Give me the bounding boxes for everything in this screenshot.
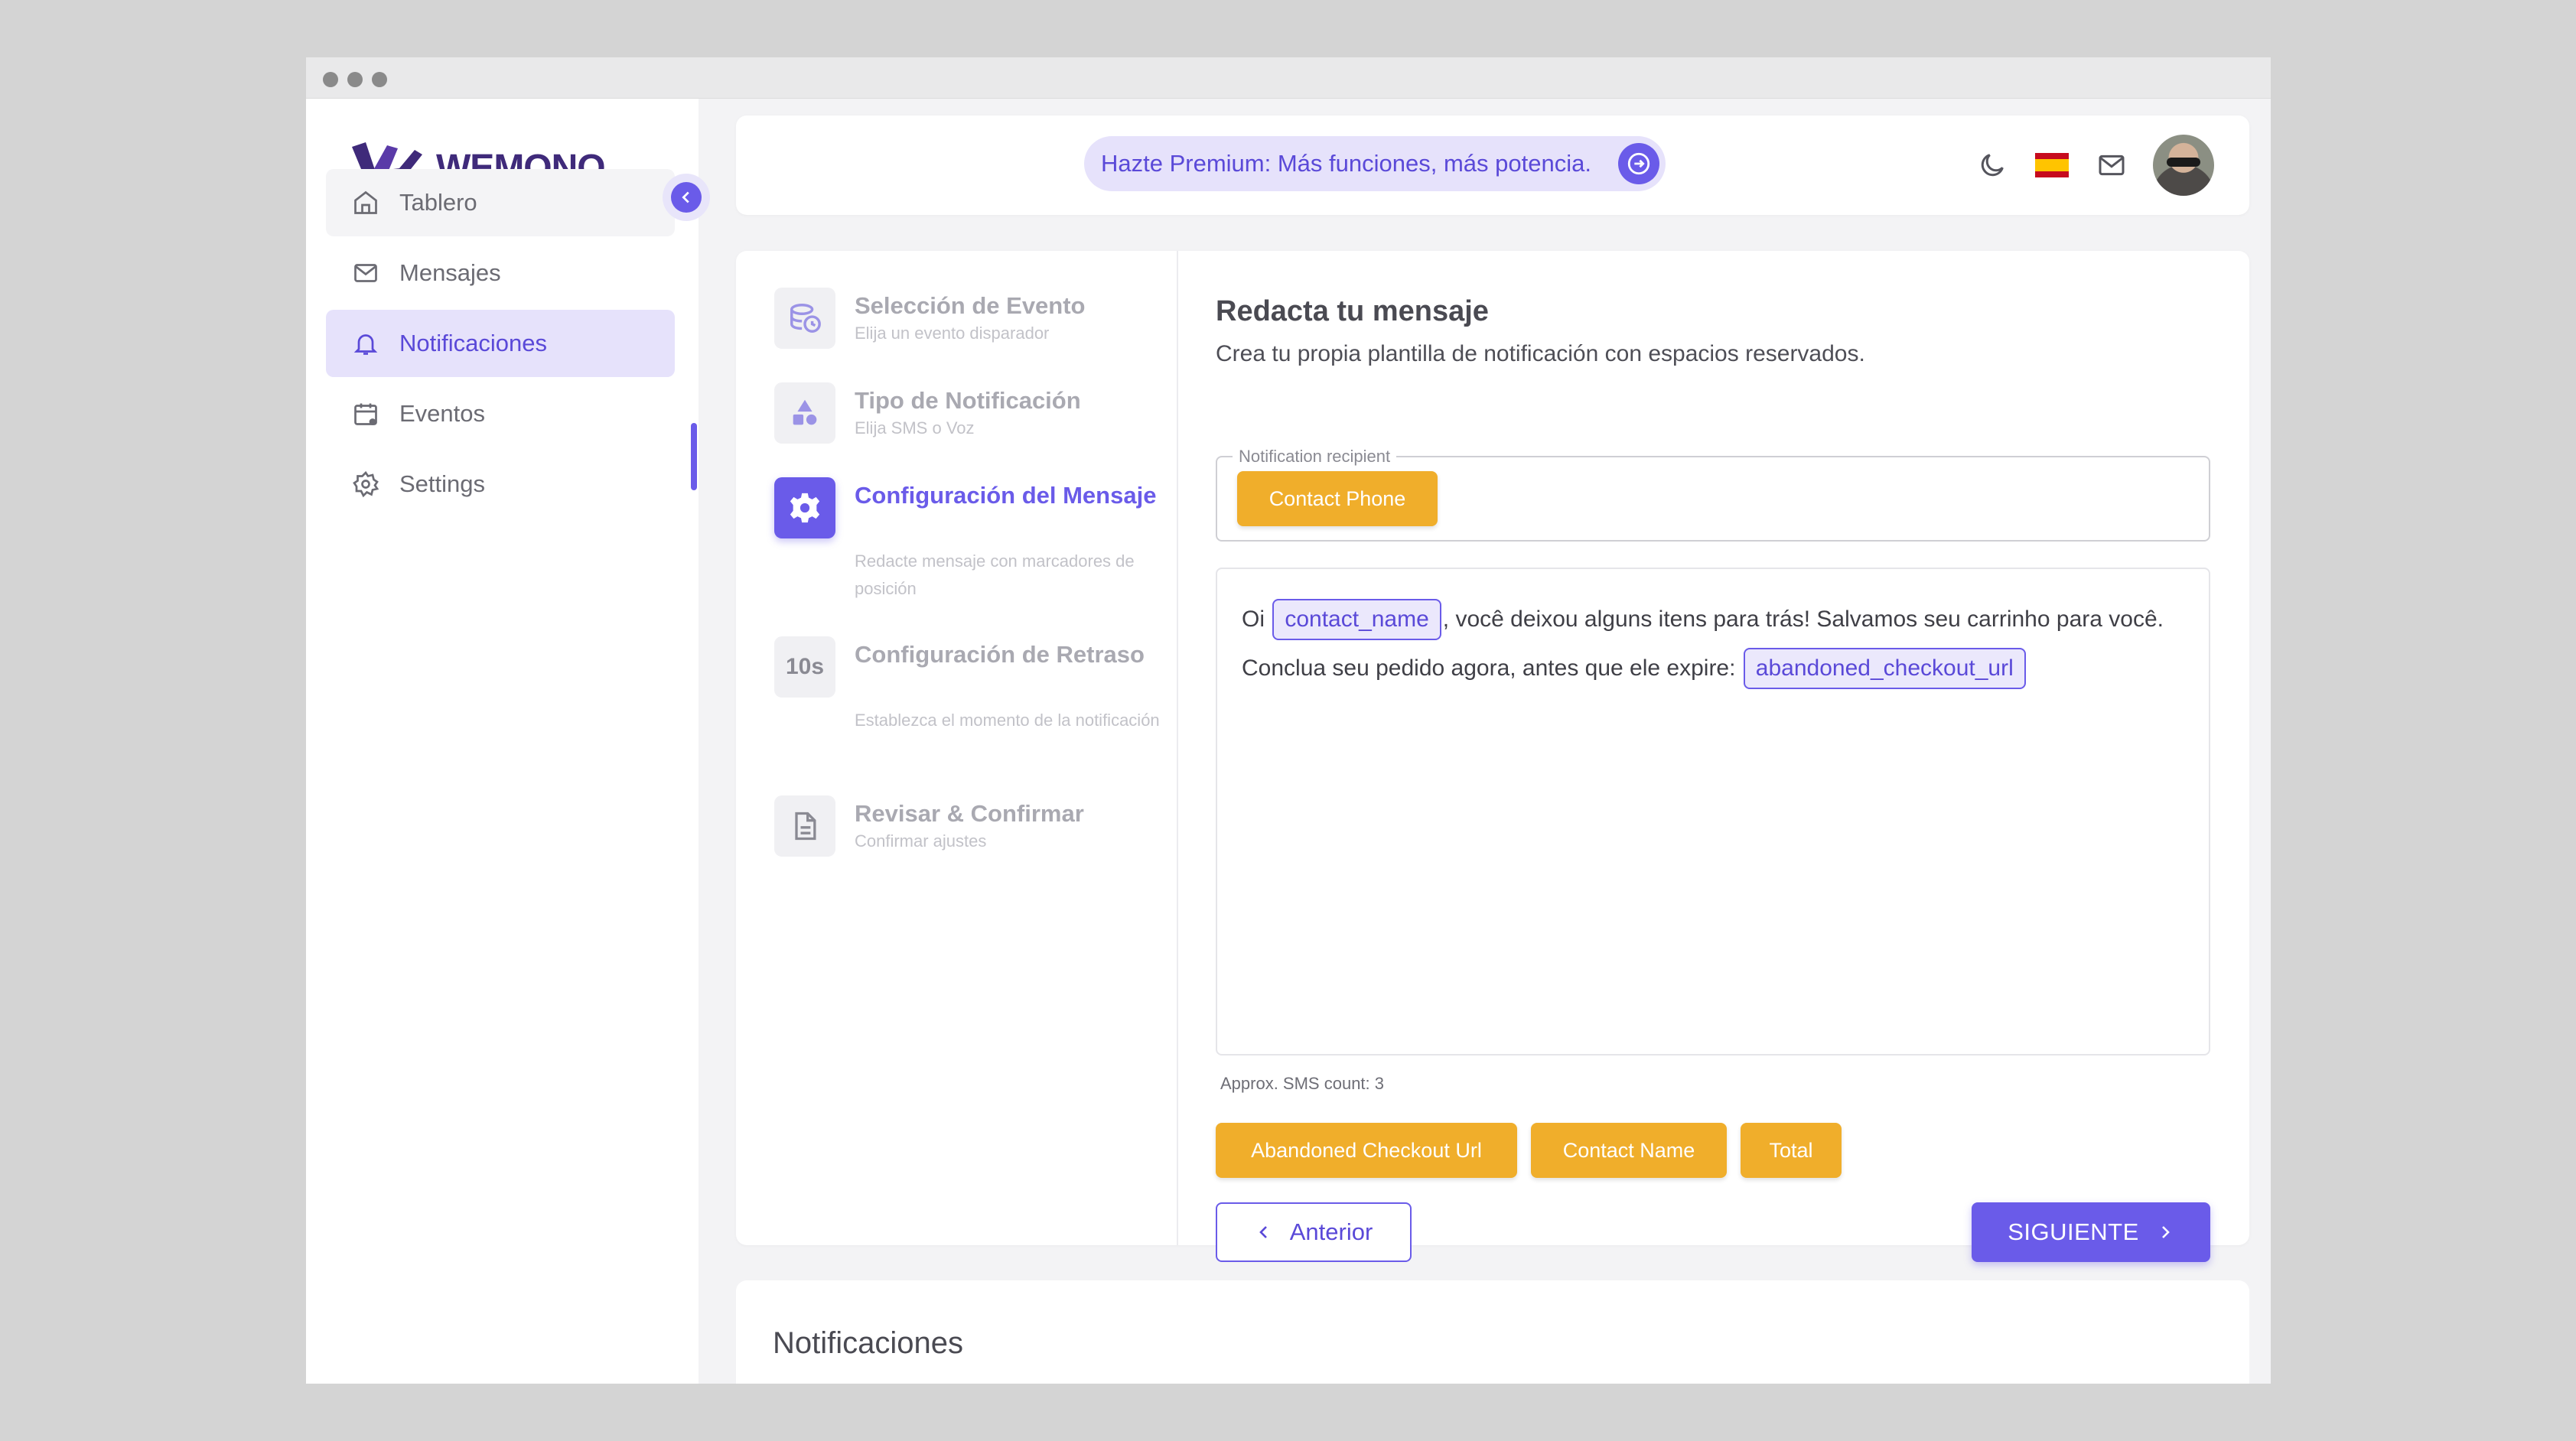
sidebar-item-settings[interactable]: Settings — [326, 451, 675, 518]
gear-icon — [774, 477, 835, 538]
browser-window: WEMONO Tablero Mensajes Notificaciones E… — [306, 57, 2271, 1384]
window-dot-icon — [347, 72, 363, 87]
chevron-right-icon — [2161, 1226, 2170, 1238]
notifications-section: Notificaciones — [736, 1280, 2249, 1384]
recipient-label: Notification recipient — [1233, 447, 1397, 467]
premium-text: Hazte Premium: Más funciones, más potenc… — [1101, 150, 1591, 177]
message-editor[interactable]: Oi contact_name, você deixou alguns iten… — [1216, 568, 2210, 1056]
gear-icon — [350, 469, 381, 499]
insert-abandoned-checkout-url-button[interactable]: Abandoned Checkout Url — [1216, 1123, 1517, 1178]
section-title: Notificaciones — [773, 1326, 964, 1360]
step-subtitle: Establezca el momento de la notificación — [855, 711, 1160, 730]
step-title: Tipo de Notificación — [855, 387, 1081, 414]
bell-icon — [350, 328, 381, 359]
window-titlebar — [306, 57, 2271, 99]
shapes-icon — [774, 382, 835, 444]
active-indicator — [691, 423, 697, 490]
step-subtitle: Elija SMS o Voz — [855, 418, 975, 438]
step-subtitle: Elija un evento disparador — [855, 324, 1050, 343]
arrow-right-circle-icon[interactable] — [1618, 143, 1659, 184]
sms-count: Approx. SMS count: 3 — [1220, 1074, 1384, 1093]
insert-contact-name-button[interactable]: Contact Name — [1531, 1123, 1727, 1178]
page-subtitle: Crea tu propia plantilla de notificación… — [1216, 341, 1865, 366]
sidebar-item-eventos[interactable]: Eventos — [326, 380, 675, 447]
calendar-icon — [350, 398, 381, 429]
step-title: Configuración del Mensaje — [855, 482, 1157, 509]
sidebar-item-label: Mensajes — [399, 259, 501, 286]
chevron-left-icon — [682, 191, 689, 203]
step-title: Configuración de Retraso — [855, 641, 1145, 668]
sidebar-item-mensajes[interactable]: Mensajes — [326, 239, 675, 307]
previous-button[interactable]: Anterior — [1216, 1202, 1412, 1262]
sidebar-item-notificaciones[interactable]: Notificaciones — [326, 310, 675, 377]
sidebar-item-label: Eventos — [399, 400, 486, 427]
next-button[interactable]: SIGUIENTE — [1972, 1202, 2210, 1262]
recipient-field[interactable]: Notification recipient Contact Phone — [1216, 447, 2210, 542]
mail-icon[interactable] — [2093, 147, 2130, 184]
chevron-left-icon — [1259, 1226, 1267, 1238]
avatar[interactable] — [2153, 135, 2214, 196]
wizard-card: Selección de Evento Elija un evento disp… — [736, 251, 2249, 1262]
document-icon — [774, 795, 835, 857]
window-dot-icon — [323, 72, 338, 87]
placeholder-token[interactable]: contact_name — [1272, 599, 1441, 640]
spain-flag-icon[interactable] — [2034, 147, 2070, 184]
database-clock-icon — [774, 288, 835, 349]
stepper: Selección de Evento Elija un evento disp… — [736, 251, 1178, 1245]
placeholder-token[interactable]: abandoned_checkout_url — [1743, 648, 2026, 689]
sidebar-item-tablero[interactable]: Tablero — [326, 169, 675, 236]
step-subtitle: Redacte mensaje con marcadores de posici… — [855, 551, 1135, 598]
sidebar-item-label: Settings — [399, 470, 486, 497]
timer-10s-icon: 10s — [774, 636, 835, 698]
insert-total-button[interactable]: Total — [1741, 1123, 1842, 1178]
sidebar-item-label: Notificaciones — [399, 330, 547, 356]
step-title: Selección de Evento — [855, 292, 1086, 319]
step-title: Revisar & Confirmar — [855, 800, 1084, 827]
mail-icon — [350, 258, 381, 288]
sidebar-collapse-button[interactable] — [663, 174, 710, 221]
step-subtitle: Confirmar ajustes — [855, 831, 987, 851]
premium-banner[interactable]: Hazte Premium: Más funciones, más potenc… — [1084, 136, 1666, 191]
home-icon — [350, 187, 381, 218]
recipient-chip-contact-phone[interactable]: Contact Phone — [1237, 471, 1438, 526]
page-title: Redacta tu mensaje — [1216, 295, 1489, 327]
window-dot-icon — [372, 72, 387, 87]
moon-icon[interactable] — [1974, 147, 2011, 184]
sidebar: WEMONO Tablero Mensajes Notificaciones E… — [306, 99, 699, 1384]
top-header: Hazte Premium: Más funciones, más potenc… — [736, 115, 2249, 215]
sidebar-item-label: Tablero — [399, 189, 477, 216]
